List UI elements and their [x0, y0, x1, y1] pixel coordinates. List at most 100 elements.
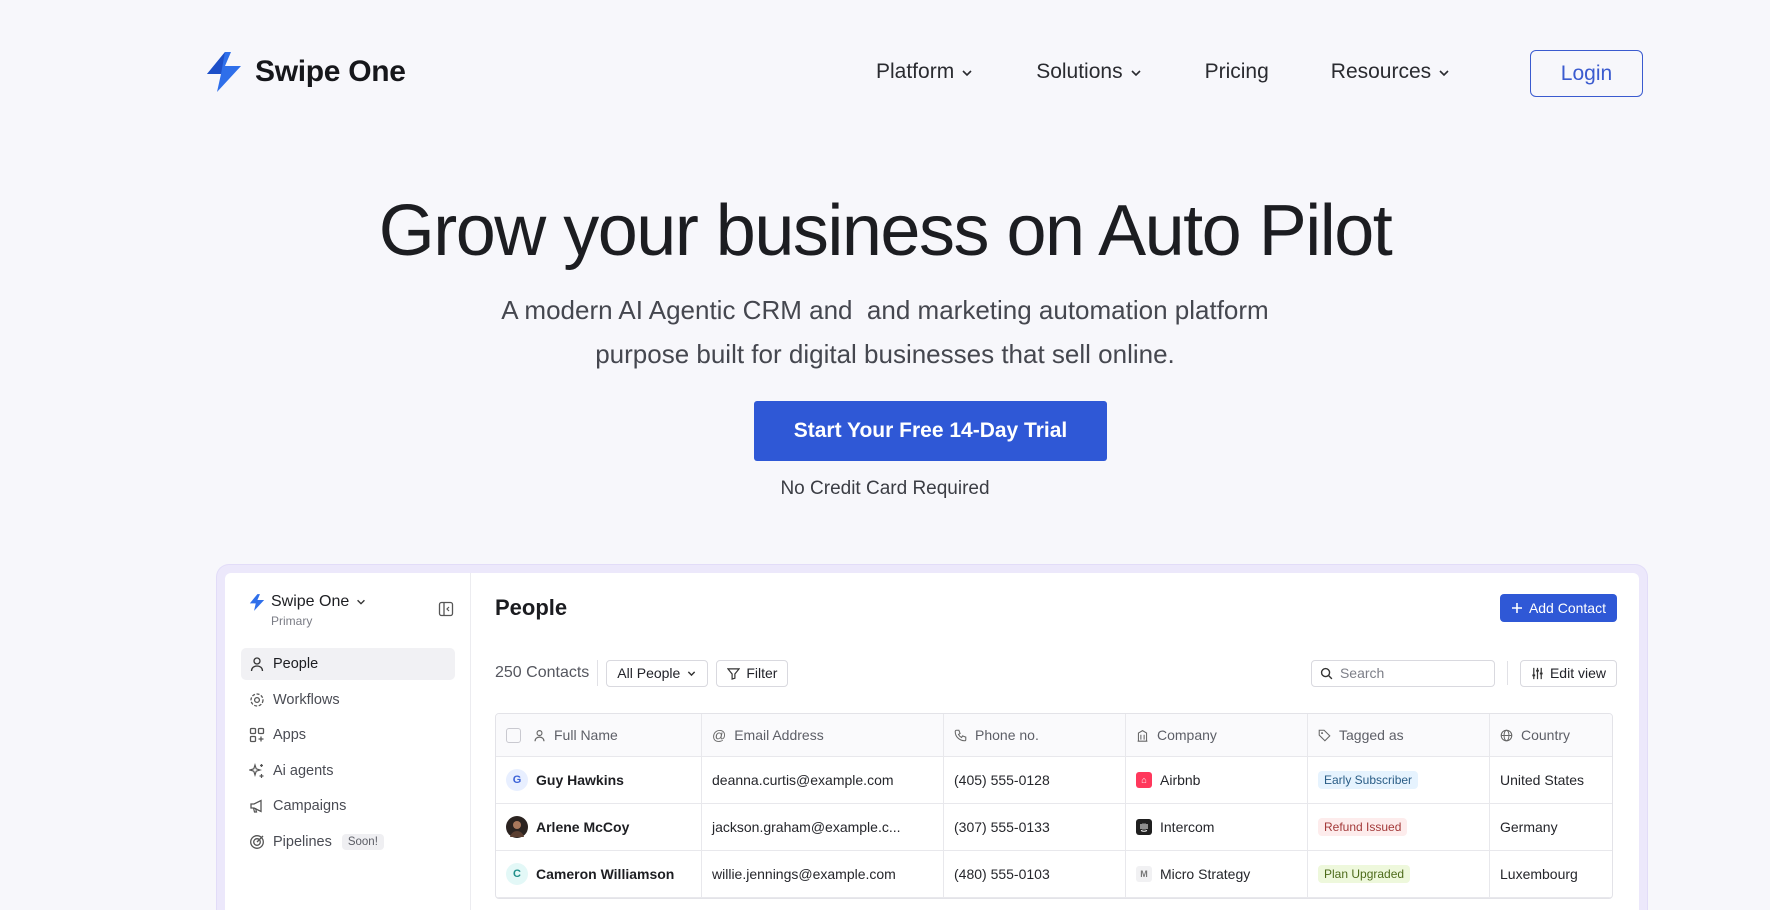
phone-icon [954, 729, 967, 741]
column-header-label: Tagged as [1339, 727, 1404, 743]
top-navigation: Swipe One Platform Solutions Pricing Res… [0, 0, 1770, 145]
nav-item-label: Resources [1330, 60, 1432, 83]
add-contact-button[interactable]: Add Contact [1499, 594, 1617, 622]
filter-icon [727, 667, 741, 680]
app-preview-frame: Swipe One Primary People Workflows Apps [217, 565, 1647, 910]
nav-item-resources[interactable]: Resources [1331, 60, 1451, 84]
edit-view-button[interactable]: Edit view [1519, 659, 1617, 687]
login-button[interactable]: Login [1530, 50, 1643, 97]
tag-badge: Refund Issued [1318, 818, 1408, 836]
column-header-label: Email Address [734, 727, 824, 743]
person-photo-icon [510, 821, 524, 837]
airbnb-logo-icon: ⌂ [1136, 772, 1152, 788]
column-header-label: Country [1521, 727, 1571, 743]
start-trial-button[interactable]: Start Your Free 14-Day Trial [754, 401, 1107, 461]
lightning-logo-icon [249, 593, 265, 611]
tag-badge: Plan Upgraded [1318, 865, 1411, 883]
toolbar-divider [1506, 661, 1508, 685]
target-icon [250, 834, 264, 849]
sidebar-item-workflows[interactable]: Workflows [241, 684, 455, 716]
nav-item-solutions[interactable]: Solutions [1036, 60, 1142, 84]
sidebar-item-people[interactable]: People [241, 648, 455, 680]
company-name: Intercom [1160, 819, 1215, 835]
sidebar-item-label: Apps [273, 727, 307, 743]
column-header-label: Phone no. [975, 727, 1039, 743]
user-icon [250, 657, 264, 672]
phone-cell: (307) 555-0133 [944, 804, 1126, 850]
company-name: Micro Strategy [1160, 866, 1251, 882]
brand-logo[interactable]: Swipe One [205, 52, 406, 92]
company-cell: M Micro Strategy [1126, 851, 1308, 897]
tag-cell: Plan Upgraded [1308, 851, 1490, 897]
sidebar-item-apps[interactable]: Apps [241, 719, 455, 751]
chevron-down-icon [962, 70, 972, 77]
company-cell: ⌂ Airbnb [1126, 757, 1308, 803]
filter-button[interactable]: Filter [716, 659, 789, 687]
chevron-down-icon [1131, 70, 1141, 77]
country-cell: Luxembourg [1500, 866, 1578, 882]
user-icon [534, 729, 545, 741]
megaphone-icon [250, 799, 262, 813]
email-cell: jackson.graham@example.c... [702, 804, 944, 850]
column-header-email[interactable]: @ Email Address [702, 714, 944, 756]
column-header-company[interactable]: Company [1126, 714, 1308, 756]
phone-cell: (405) 555-0128 [944, 757, 1126, 803]
table-row[interactable]: Arlene McCoy jackson.graham@example.c...… [496, 804, 1612, 851]
at-sign-icon: @ [712, 727, 727, 743]
globe-icon [1500, 729, 1513, 741]
nav-item-label: Solutions [1036, 60, 1123, 83]
workspace-switcher[interactable]: Swipe One Primary [249, 593, 367, 628]
sidebar-item-pipelines[interactable]: Pipelines Soon! [241, 826, 455, 858]
workflow-gear-icon [250, 692, 264, 707]
no-credit-card-note: No Credit Card Required [780, 478, 990, 499]
contact-name: Cameron Williamson [536, 866, 675, 882]
view-select[interactable]: All People [606, 659, 709, 687]
workspace-name: Swipe One [271, 593, 350, 610]
sidebar-item-label: Workflows [273, 691, 340, 708]
app-main: People Add Contact 250 Contacts All Peop… [471, 573, 1639, 910]
micro-strategy-logo-icon: M [1136, 866, 1152, 882]
contact-name: Arlene McCoy [536, 819, 630, 835]
sliders-icon [1532, 667, 1543, 679]
table-row[interactable]: C Cameron Williamson willie.jennings@exa… [496, 851, 1612, 898]
nav-links: Platform Solutions Pricing Resources [876, 60, 1451, 84]
search-input[interactable] [1339, 665, 1480, 681]
sidebar-item-label: Campaigns [273, 798, 347, 814]
tag-cell: Refund Issued [1308, 804, 1490, 850]
plus-icon [1511, 603, 1522, 613]
column-header-full-name[interactable]: Full Name [496, 714, 702, 756]
nav-item-label: Pricing [1204, 60, 1269, 83]
table-toolbar: 250 Contacts All People Filter Edit view [495, 659, 1617, 687]
contact-name: Guy Hawkins [536, 772, 624, 788]
column-header-tagged-as[interactable]: Tagged as [1308, 714, 1490, 756]
sidebar-item-label: Pipelines [273, 833, 332, 850]
column-header-phone[interactable]: Phone no. [944, 714, 1126, 756]
nav-item-platform[interactable]: Platform [876, 60, 974, 84]
hero-subtitle-line: purpose built for digital businesses tha… [595, 339, 1175, 369]
add-contact-label: Add Contact [1528, 600, 1606, 616]
hero-subtitle: A modern AI Agentic CRM and and marketin… [0, 288, 1770, 376]
column-header-label: Company [1157, 727, 1217, 743]
tag-cell: Early Subscriber [1308, 757, 1490, 803]
chevron-down-icon [1439, 70, 1449, 77]
page-title: People [495, 595, 568, 620]
table-row[interactable]: G Guy Hawkins deanna.curtis@example.com … [496, 757, 1612, 804]
sidebar-item-campaigns[interactable]: Campaigns [241, 790, 455, 822]
country-cell: United States [1500, 772, 1585, 788]
collapse-sidebar-icon[interactable] [438, 601, 454, 617]
full-name-cell: G Guy Hawkins [496, 757, 702, 803]
company-name: Airbnb [1160, 772, 1201, 788]
apps-grid-icon [249, 727, 265, 743]
table-header-row: Full Name @ Email Address Phone no. Comp… [496, 714, 1612, 757]
contacts-table: Full Name @ Email Address Phone no. Comp… [495, 713, 1613, 899]
tag-badge: Early Subscriber [1318, 771, 1419, 789]
sidebar-item-ai-agents[interactable]: Ai agents [241, 755, 455, 787]
app-preview: Swipe One Primary People Workflows Apps [225, 573, 1639, 910]
view-select-label: All People [617, 665, 681, 681]
hero-subtitle-line: A modern AI Agentic CRM and and marketin… [501, 295, 1269, 325]
nav-item-pricing[interactable]: Pricing [1205, 60, 1269, 84]
search-field[interactable] [1310, 659, 1495, 687]
column-header-country[interactable]: Country [1490, 714, 1612, 756]
email-cell: willie.jennings@example.com [702, 851, 944, 897]
select-all-checkbox[interactable] [506, 727, 521, 743]
